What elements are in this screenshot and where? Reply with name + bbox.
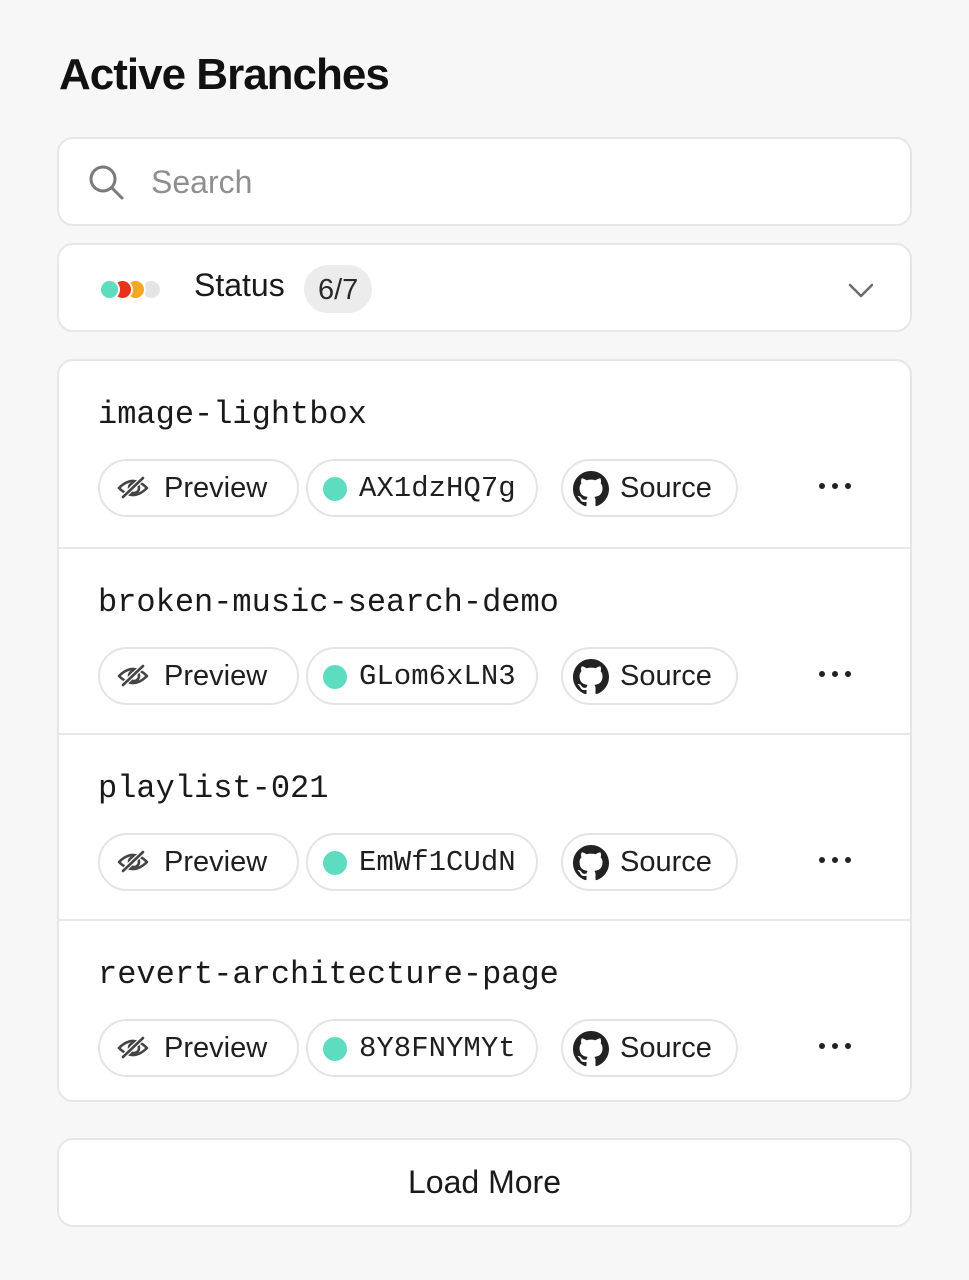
branch-name[interactable]: revert-architecture-page [98, 956, 559, 993]
github-icon [573, 471, 609, 507]
preview-label: Preview [164, 846, 268, 878]
page-title: Active Branches [59, 50, 390, 99]
preview-eye-icon [117, 664, 149, 687]
ready-status-dot [323, 477, 347, 501]
preview-button[interactable]: Preview [98, 1019, 299, 1077]
source-button[interactable]: Source [561, 647, 738, 705]
status-filter-dropdown[interactable]: Status 6/7 [57, 243, 912, 332]
search-box[interactable] [57, 137, 912, 226]
ready-status-dot [323, 1037, 347, 1061]
preview-eye-icon [117, 1036, 149, 1059]
source-label: Source [620, 472, 712, 504]
preview-eye-icon [117, 476, 149, 499]
github-icon [573, 1031, 609, 1067]
more-horizontal-icon[interactable] [817, 845, 853, 875]
chevron-down-icon[interactable] [846, 275, 876, 305]
source-button[interactable]: Source [561, 459, 738, 517]
status-filter-label: Status [194, 267, 285, 303]
active-branches-page: Active Branches Status 6/7 image-lightbo… [0, 0, 969, 1280]
branch-row: image-lightbox Preview AX1dzHQ7g Source [59, 361, 910, 547]
branch-name[interactable]: image-lightbox [98, 396, 367, 433]
branch-row: revert-architecture-page Preview 8Y8FNYM… [59, 919, 910, 1100]
deployment-id: EmWf1CUdN [359, 846, 516, 879]
preview-button[interactable]: Preview [98, 833, 299, 891]
preview-label: Preview [164, 472, 268, 504]
deployment-button[interactable]: AX1dzHQ7g [306, 459, 538, 517]
deployment-id: 8Y8FNYMYt [359, 1032, 516, 1065]
source-label: Source [620, 1032, 712, 1064]
source-button[interactable]: Source [561, 1019, 738, 1077]
source-label: Source [620, 660, 712, 692]
preview-button[interactable]: Preview [98, 647, 299, 705]
more-horizontal-icon[interactable] [817, 1031, 853, 1061]
branch-list: image-lightbox Preview AX1dzHQ7g Source [57, 359, 912, 1102]
status-dots-icon [99, 279, 169, 301]
deployment-button[interactable]: 8Y8FNYMYt [306, 1019, 538, 1077]
preview-label: Preview [164, 1032, 268, 1064]
status-count-badge: 6/7 [304, 265, 373, 313]
preview-button[interactable]: Preview [98, 459, 299, 517]
search-icon [89, 165, 124, 200]
deployment-button[interactable]: GLom6xLN3 [306, 647, 538, 705]
branch-row: broken-music-search-demo Preview GLom6xL… [59, 547, 910, 733]
github-icon [573, 659, 609, 695]
more-horizontal-icon[interactable] [817, 471, 853, 501]
ready-status-dot [323, 665, 347, 689]
search-input[interactable] [151, 153, 891, 211]
source-button[interactable]: Source [561, 833, 738, 891]
github-icon [573, 845, 609, 881]
preview-label: Preview [164, 660, 268, 692]
branch-name[interactable]: broken-music-search-demo [98, 584, 559, 621]
source-label: Source [620, 846, 712, 878]
ready-status-dot [323, 851, 347, 875]
preview-eye-icon [117, 850, 149, 873]
load-more-button[interactable]: Load More [57, 1138, 912, 1227]
more-horizontal-icon[interactable] [817, 659, 853, 689]
branch-row: playlist-021 Preview EmWf1CUdN Source [59, 733, 910, 919]
deployment-button[interactable]: EmWf1CUdN [306, 833, 538, 891]
deployment-id: GLom6xLN3 [359, 660, 516, 693]
branch-name[interactable]: playlist-021 [98, 770, 328, 807]
deployment-id: AX1dzHQ7g [359, 472, 516, 505]
